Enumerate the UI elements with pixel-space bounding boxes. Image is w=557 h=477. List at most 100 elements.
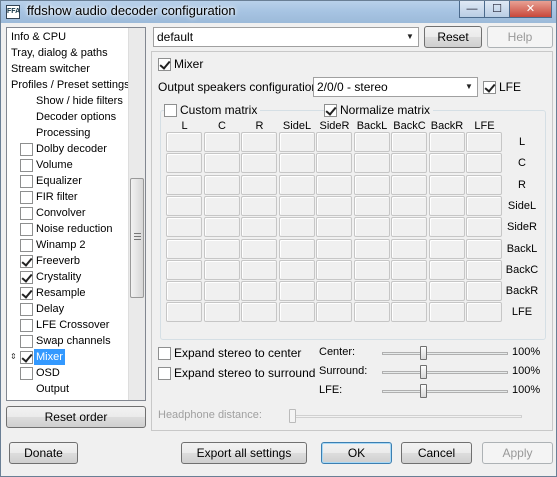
matrix-cell[interactable] xyxy=(166,132,202,152)
title-bar[interactable]: FFA ffdshow audio decoder configuration … xyxy=(1,1,556,23)
tree-item[interactable]: Volume xyxy=(20,157,73,173)
tree-item[interactable]: Stream switcher xyxy=(11,61,90,77)
matrix-cell[interactable] xyxy=(166,259,202,280)
tree-item-checkbox[interactable] xyxy=(20,318,33,332)
minimize-button[interactable]: — xyxy=(459,1,485,18)
matrix-cell[interactable] xyxy=(203,302,240,323)
matrix-cell[interactable] xyxy=(391,132,427,152)
expand-surround-checkbox[interactable]: Expand stereo to surround xyxy=(158,366,315,380)
expand-center-checkbox[interactable]: Expand stereo to center xyxy=(158,346,301,360)
tree-item-checkbox[interactable] xyxy=(20,270,33,284)
matrix-cell[interactable] xyxy=(428,153,465,174)
matrix-cell[interactable] xyxy=(316,217,352,238)
close-button[interactable]: ✕ xyxy=(509,1,552,18)
matrix-cell[interactable] xyxy=(203,281,240,302)
tree-item[interactable]: Crystality xyxy=(20,269,81,285)
matrix-cell[interactable] xyxy=(391,302,427,323)
matrix-cell[interactable] xyxy=(353,153,390,174)
tree-item[interactable]: Tray, dialog & paths xyxy=(11,45,108,61)
tree-item-checkbox[interactable] xyxy=(20,206,33,220)
surround-slider-thumb[interactable] xyxy=(420,365,427,379)
tree-item[interactable]: Info & CPU xyxy=(11,29,66,45)
matrix-cell[interactable] xyxy=(278,259,315,280)
matrix-cell[interactable] xyxy=(203,195,240,216)
matrix-cell[interactable] xyxy=(466,153,502,174)
matrix-cell[interactable] xyxy=(316,153,352,174)
donate-button[interactable]: Donate xyxy=(9,442,78,464)
filter-tree[interactable]: Info & CPU Tray, dialog & paths Stream swi… xyxy=(6,27,146,401)
matrix-cell[interactable] xyxy=(353,238,390,259)
tree-item[interactable]: Delay xyxy=(20,301,64,317)
maximize-button[interactable]: ☐ xyxy=(484,1,510,18)
matrix-cell[interactable] xyxy=(428,259,465,280)
matrix-cell[interactable] xyxy=(241,174,277,195)
matrix-cell[interactable] xyxy=(466,238,502,259)
matrix-cell[interactable] xyxy=(241,153,277,174)
matrix-cell[interactable] xyxy=(466,195,502,216)
tree-item-checkbox[interactable] xyxy=(20,222,33,236)
matrix-cell[interactable] xyxy=(466,132,502,152)
surround-slider-track[interactable] xyxy=(382,371,508,374)
matrix-cell[interactable] xyxy=(203,259,240,280)
custom-matrix-checkbox[interactable]: Custom matrix xyxy=(164,103,261,117)
tree-item-checkbox[interactable] xyxy=(20,238,33,252)
matrix-cell[interactable] xyxy=(278,302,315,323)
tree-item[interactable]: Freeverb xyxy=(20,253,80,269)
matrix-cell[interactable] xyxy=(428,195,465,216)
matrix-cell[interactable] xyxy=(316,259,352,280)
tree-item[interactable]: Dolby decoder xyxy=(20,141,107,157)
tree-item-checkbox[interactable] xyxy=(20,158,33,172)
tree-item-checkbox[interactable] xyxy=(20,190,33,204)
matrix-cell[interactable] xyxy=(166,217,202,238)
lfe-level-slider-track[interactable] xyxy=(382,390,508,393)
matrix-cell[interactable] xyxy=(203,238,240,259)
matrix-cell[interactable] xyxy=(203,217,240,238)
matrix-cell[interactable] xyxy=(316,302,352,323)
matrix-cell[interactable] xyxy=(466,259,502,280)
matrix-cell[interactable] xyxy=(166,238,202,259)
matrix-cell[interactable] xyxy=(353,281,390,302)
center-slider-track[interactable] xyxy=(382,352,508,355)
lfe-level-slider-thumb[interactable] xyxy=(420,384,427,398)
tree-item-checkbox[interactable] xyxy=(20,174,33,188)
matrix-cell[interactable] xyxy=(428,238,465,259)
reset-order-button[interactable]: Reset order xyxy=(6,406,146,428)
tree-item-checkbox[interactable] xyxy=(20,302,33,316)
matrix-cell[interactable] xyxy=(466,174,502,195)
matrix-cell[interactable] xyxy=(353,302,390,323)
tree-item[interactable]: Show / hide filters xyxy=(36,93,123,109)
matrix-cell[interactable] xyxy=(428,302,465,323)
tree-item[interactable]: Output xyxy=(36,381,69,397)
preset-reset-button[interactable]: Reset xyxy=(424,26,482,48)
tree-item[interactable]: Equalizer xyxy=(20,173,82,189)
matrix-cell[interactable] xyxy=(241,302,277,323)
tree-item[interactable]: OSD xyxy=(20,365,60,381)
tree-scrollbar[interactable] xyxy=(128,28,145,400)
tree-item-checkbox[interactable] xyxy=(20,142,33,156)
matrix-cell[interactable] xyxy=(241,259,277,280)
matrix-cell[interactable] xyxy=(203,153,240,174)
tree-item[interactable]: About xyxy=(11,397,40,400)
matrix-cell[interactable] xyxy=(166,281,202,302)
headphone-slider-thumb[interactable] xyxy=(289,409,296,423)
matrix-cell[interactable] xyxy=(316,174,352,195)
matrix-cell[interactable] xyxy=(391,281,427,302)
matrix-cell[interactable] xyxy=(391,238,427,259)
tree-item[interactable]: Swap channels xyxy=(20,333,111,349)
export-settings-button[interactable]: Export all settings xyxy=(181,442,307,464)
matrix-cell[interactable] xyxy=(391,153,427,174)
matrix-cell[interactable] xyxy=(278,174,315,195)
matrix-cell[interactable] xyxy=(353,217,390,238)
apply-button[interactable]: Apply xyxy=(482,442,553,464)
matrix-cell[interactable] xyxy=(316,132,352,152)
matrix-cell[interactable] xyxy=(391,217,427,238)
matrix-cell[interactable] xyxy=(353,259,390,280)
tree-item-checkbox[interactable] xyxy=(20,286,33,300)
matrix-cell[interactable] xyxy=(353,174,390,195)
matrix-cell[interactable] xyxy=(353,195,390,216)
matrix-cell[interactable] xyxy=(353,132,390,152)
normalize-matrix-checkbox[interactable]: Normalize matrix xyxy=(324,103,434,117)
matrix-cell[interactable] xyxy=(316,195,352,216)
center-slider-thumb[interactable] xyxy=(420,346,427,360)
matrix-cell[interactable] xyxy=(428,217,465,238)
